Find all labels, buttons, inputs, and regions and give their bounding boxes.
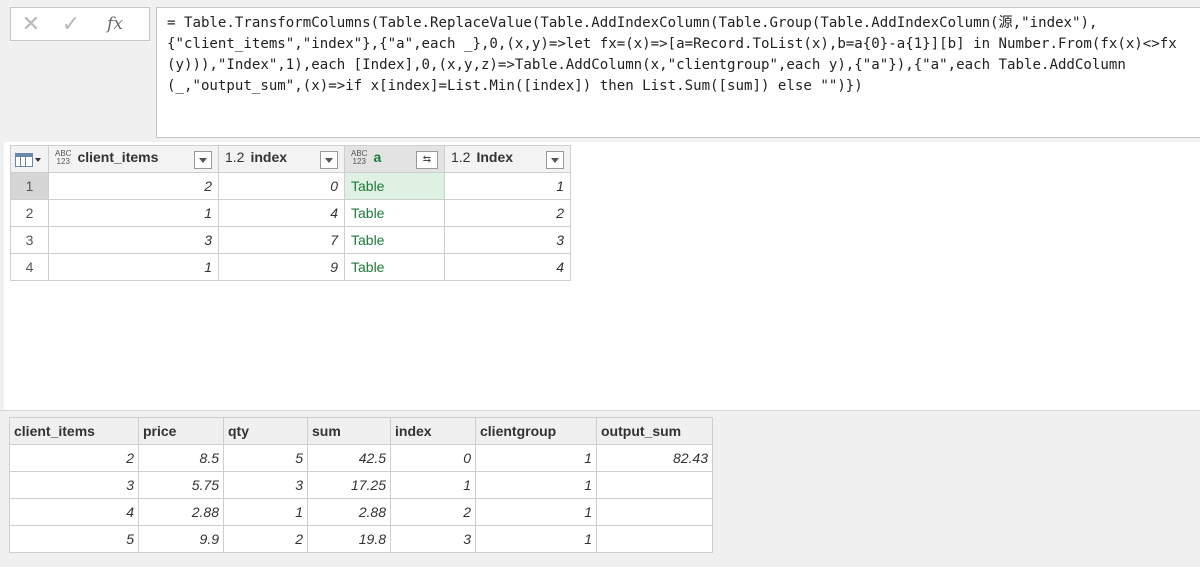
- type-any-icon: ABC 123: [351, 149, 368, 167]
- preview-divider[interactable]: [0, 410, 1200, 411]
- column-header-client-items[interactable]: ABC 123 client_items: [48, 145, 219, 173]
- table-link-cell[interactable]: Table: [344, 253, 445, 281]
- commit-icon[interactable]: ✓: [51, 8, 91, 40]
- preview-row: 2 8.5 5 42.5 0 1 82.43: [9, 444, 713, 472]
- preview-cell: 9.9: [138, 525, 224, 553]
- preview-cell: 2: [223, 525, 308, 553]
- preview-cell: 1: [223, 498, 308, 526]
- formula-input[interactable]: = Table.TransformColumns(Table.ReplaceVa…: [156, 7, 1200, 138]
- preview-cell: [596, 498, 713, 526]
- cell[interactable]: 1: [444, 172, 571, 200]
- formula-bar-buttons: ✕ ✓ fx: [10, 7, 150, 41]
- filter-dropdown-button[interactable]: [320, 151, 338, 169]
- fx-icon[interactable]: fx: [95, 8, 135, 40]
- cell[interactable]: 0: [218, 172, 345, 200]
- column-label: a: [373, 149, 382, 165]
- row-number[interactable]: 3: [10, 226, 49, 254]
- query-grid-area: ABC 123 client_items 1.2 index ABC 123 a ⇆ 1…: [4, 142, 1200, 410]
- preview-cell: 19.8: [307, 525, 391, 553]
- cell[interactable]: 9: [218, 253, 345, 281]
- preview-cell: 3: [390, 525, 476, 553]
- preview-cell: 1: [475, 498, 597, 526]
- query-table: ABC 123 client_items 1.2 index ABC 123 a ⇆ 1…: [10, 145, 571, 281]
- preview-cell: 2: [9, 444, 139, 472]
- table-row: 1 2 0 Table 1: [10, 172, 571, 200]
- preview-cell: 0: [390, 444, 476, 472]
- expand-column-button[interactable]: ⇆: [416, 151, 438, 169]
- column-label: index: [250, 149, 288, 165]
- column-header-a[interactable]: ABC 123 a ⇆: [344, 145, 445, 173]
- cell[interactable]: 2: [444, 199, 571, 227]
- table-link-cell[interactable]: Table: [344, 172, 445, 200]
- formula-line: {"client_items","index"},{"a",each _},0,…: [167, 36, 1177, 52]
- column-label: client_items: [77, 149, 159, 165]
- row-number[interactable]: 2: [10, 199, 49, 227]
- filter-dropdown-button[interactable]: [194, 151, 212, 169]
- preview-cell: 2.88: [307, 498, 391, 526]
- preview-cell: 5: [9, 525, 139, 553]
- table-link-cell[interactable]: Table: [344, 226, 445, 254]
- preview-cell: 3: [223, 471, 308, 499]
- preview-cell: 1: [475, 444, 597, 472]
- formula-line: (_,"output_sum",(x)=>if x[index]=List.Mi…: [167, 78, 863, 94]
- preview-cell: [596, 471, 713, 499]
- type-decimal-icon: 1.2: [225, 149, 245, 165]
- formula-line: = Table.TransformColumns(Table.ReplaceVa…: [167, 15, 1098, 31]
- table-row: 3 3 7 Table 3: [10, 226, 571, 254]
- column-header-Index[interactable]: 1.2 Index: [444, 145, 571, 173]
- preview-cell: 2.88: [138, 498, 224, 526]
- preview-cell: 8.5: [138, 444, 224, 472]
- preview-column-header: output_sum: [596, 417, 713, 445]
- cell[interactable]: 4: [444, 253, 571, 281]
- table-icon: [15, 153, 33, 168]
- preview-table: client_items price qty sum index clientg…: [9, 417, 713, 553]
- preview-cell: 1: [475, 525, 597, 553]
- preview-column-header: price: [138, 417, 224, 445]
- filter-dropdown-button[interactable]: [546, 151, 564, 169]
- header-row: ABC 123 client_items 1.2 index ABC 123 a ⇆ 1…: [10, 145, 571, 173]
- cell[interactable]: 7: [218, 226, 345, 254]
- column-label: Index: [476, 149, 514, 165]
- cell[interactable]: 1: [48, 253, 219, 281]
- row-number[interactable]: 4: [10, 253, 49, 281]
- preview-row: 5 9.9 2 19.8 3 1: [9, 525, 713, 553]
- preview-cell: 2: [390, 498, 476, 526]
- preview-cell: 4: [9, 498, 139, 526]
- type-any-icon: ABC 123: [55, 149, 72, 167]
- preview-cell: 42.5: [307, 444, 391, 472]
- row-number[interactable]: 1: [10, 172, 49, 200]
- preview-row: 3 5.75 3 17.25 1 1: [9, 471, 713, 499]
- preview-cell: 3: [9, 471, 139, 499]
- preview-column-header: clientgroup: [475, 417, 597, 445]
- cell[interactable]: 3: [48, 226, 219, 254]
- preview-column-header: index: [390, 417, 476, 445]
- preview-column-header: sum: [307, 417, 391, 445]
- preview-cell: 17.25: [307, 471, 391, 499]
- cell[interactable]: 2: [48, 172, 219, 200]
- preview-cell: [596, 525, 713, 553]
- cell[interactable]: 3: [444, 226, 571, 254]
- chevron-down-icon: [35, 158, 41, 163]
- preview-header-row: client_items price qty sum index clientg…: [9, 417, 713, 445]
- table-link-cell[interactable]: Table: [344, 199, 445, 227]
- cell[interactable]: 4: [218, 199, 345, 227]
- table-row: 4 1 9 Table 4: [10, 253, 571, 281]
- preview-cell: 5: [223, 444, 308, 472]
- preview-cell: 5.75: [138, 471, 224, 499]
- preview-cell: 1: [475, 471, 597, 499]
- cell[interactable]: 1: [48, 199, 219, 227]
- cancel-icon[interactable]: ✕: [11, 8, 51, 40]
- preview-cell: 1: [390, 471, 476, 499]
- table-row: 2 1 4 Table 2: [10, 199, 571, 227]
- type-decimal-icon: 1.2: [451, 149, 471, 165]
- preview-cell: 82.43: [596, 444, 713, 472]
- preview-column-header: client_items: [9, 417, 139, 445]
- formula-line: (y))),"Index",1),each [Index],0,(x,y,z)=…: [167, 57, 1126, 73]
- preview-row: 4 2.88 1 2.88 2 1: [9, 498, 713, 526]
- table-menu-button[interactable]: [10, 145, 49, 173]
- preview-column-header: qty: [223, 417, 308, 445]
- column-header-index[interactable]: 1.2 index: [218, 145, 345, 173]
